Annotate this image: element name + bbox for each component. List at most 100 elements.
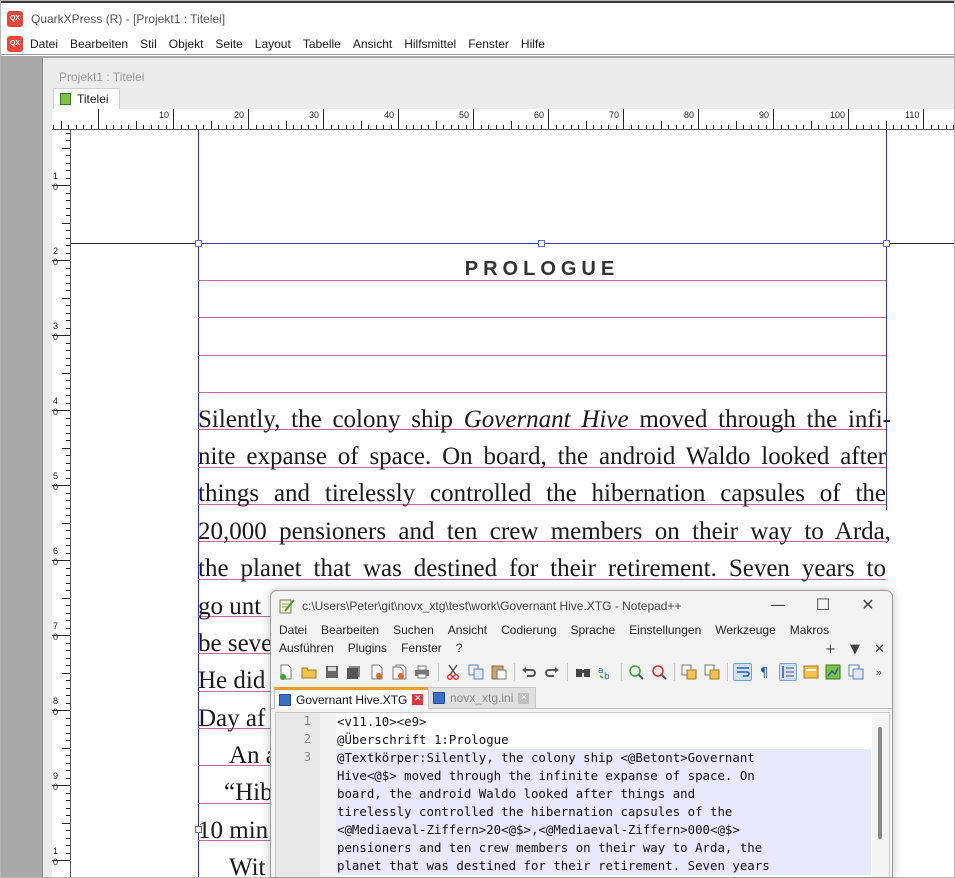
ruler-tick — [848, 109, 849, 129]
paste-icon[interactable] — [489, 663, 508, 681]
menu-objekt[interactable]: Objekt — [169, 37, 211, 51]
code-line-current[interactable]: pensioners and ten crew members on their… — [336, 839, 871, 857]
code-line-current[interactable]: planet that was destined for their retir… — [336, 857, 871, 875]
tab-titelei[interactable]: Titelei — [53, 88, 120, 109]
minimize-button[interactable]: — — [768, 596, 788, 614]
code-line-current[interactable]: tirelessly controlled the hibernation ca… — [336, 803, 871, 821]
undo-icon[interactable] — [520, 663, 539, 681]
document-menu-icon[interactable]: QX — [7, 36, 23, 52]
npp-menu-bearbeiten[interactable]: Bearbeiten — [321, 623, 379, 637]
menu-datei[interactable]: Datei — [30, 37, 65, 51]
code-line-current[interactable]: Hive<@$> moved through the infinite expa… — [336, 767, 871, 785]
menu-stil[interactable]: Stil — [140, 37, 164, 51]
vertical-ruler[interactable]: 10 20 30 40 50 60 70 80 90 10 — [52, 130, 71, 877]
find-icon[interactable] — [573, 663, 592, 681]
body-text-line[interactable]: Silently, the colony ship Governant Hive… — [198, 406, 891, 434]
tab-governant-hive[interactable]: Governant Hive.XTG ✕ — [274, 687, 431, 709]
npp-menu-werkzeuge[interactable]: Werkzeuge — [715, 623, 775, 637]
body-text-line[interactable]: the planet that was destined for their r… — [198, 555, 886, 583]
npp-menu-codierung[interactable]: Codierung — [501, 623, 556, 637]
close-all-icon[interactable] — [390, 663, 409, 681]
menu-hilfsmittel[interactable]: Hilfsmittel — [404, 37, 463, 51]
menu-hilfe[interactable]: Hilfe — [521, 37, 552, 51]
npp-menu-einstellungen[interactable]: Einstellungen — [629, 623, 701, 637]
print-icon[interactable] — [413, 663, 432, 681]
open-file-icon[interactable] — [300, 663, 319, 681]
tab-label: Titelei — [77, 92, 109, 106]
add-tab-icon[interactable]: + — [825, 642, 836, 657]
right-margin-guide[interactable] — [886, 130, 887, 510]
code-line-current[interactable]: <@Mediaeval-Ziffern>20<@$>,<@Mediaeval-Z… — [336, 821, 871, 839]
npp-menu-ausfuehren[interactable]: Ausführen — [279, 641, 334, 655]
body-text-line[interactable]: 20,000 pensioners and ten crew members o… — [198, 518, 891, 546]
save-icon[interactable] — [322, 663, 341, 681]
npp-menu-fenster[interactable]: Fenster — [401, 641, 442, 655]
code-text-area[interactable]: <v11.10><e9> @Überschrift 1:Prologue @Te… — [336, 713, 871, 877]
body-text-line[interactable]: go unt — [198, 593, 261, 621]
text-box-handle[interactable] — [538, 240, 545, 247]
function-list-icon[interactable] — [847, 663, 866, 681]
close-window-button[interactable]: ✕ — [858, 596, 878, 614]
body-text-line[interactable]: Day af — [198, 705, 265, 733]
vertical-scrollbar[interactable] — [872, 713, 889, 877]
fold-margin[interactable] — [320, 713, 336, 877]
body-text-line[interactable]: He did — [198, 667, 265, 695]
indent-guide-icon[interactable] — [778, 663, 798, 681]
body-text-line[interactable]: be seve — [198, 630, 272, 658]
chapter-heading[interactable]: PROLOGUE — [198, 258, 886, 281]
body-text-line[interactable]: nite expanse of space. On board, the and… — [198, 443, 886, 471]
word-wrap-icon[interactable] — [733, 663, 752, 681]
npp-menu-sprache[interactable]: Sprache — [571, 623, 616, 637]
npp-menu-datei[interactable]: Datei — [279, 623, 307, 637]
body-text-line[interactable]: Wit — [229, 854, 266, 877]
npp-menu-ansicht[interactable]: Ansicht — [448, 623, 487, 637]
sync-h-icon[interactable] — [703, 663, 722, 681]
ruler-label: 100 — [830, 110, 846, 120]
code-line[interactable]: <v11.10><e9> — [336, 713, 871, 731]
horizontal-ruler[interactable]: 10 20 30 40 50 60 70 80 90 100 110 — [52, 109, 954, 130]
npp-menu-plugins[interactable]: Plugins — [348, 641, 387, 655]
copy-icon[interactable] — [466, 663, 485, 681]
tab-list-icon[interactable]: ▼ — [850, 642, 860, 657]
show-all-chars-icon[interactable]: ¶ — [756, 663, 775, 681]
doc-map-icon[interactable] — [824, 663, 843, 681]
body-text-line[interactable]: things and tirelessly controlled the hib… — [198, 480, 886, 508]
close-icon[interactable] — [368, 663, 387, 681]
new-file-icon[interactable] — [277, 663, 296, 681]
redo-icon[interactable] — [543, 663, 562, 681]
code-line[interactable]: @Überschrift 1:Prologue — [336, 731, 871, 749]
close-tab-icon[interactable]: ✕ — [518, 692, 530, 704]
npp-menu-suchen[interactable]: Suchen — [393, 623, 434, 637]
save-all-icon[interactable] — [345, 663, 364, 681]
menu-seite[interactable]: Seite — [215, 37, 249, 51]
menu-bearbeiten[interactable]: Bearbeiten — [70, 37, 135, 51]
body-text-line[interactable]: 10 min — [198, 817, 268, 845]
menu-layout[interactable]: Layout — [255, 37, 298, 51]
text-box-handle[interactable] — [195, 240, 202, 247]
maximize-button[interactable]: ☐ — [813, 596, 833, 614]
menu-fenster[interactable]: Fenster — [468, 37, 516, 51]
code-line-current[interactable]: board, the android Waldo looked after th… — [336, 785, 871, 803]
cut-icon[interactable] — [444, 663, 463, 681]
zoom-out-icon[interactable] — [649, 663, 668, 681]
npp-menu-help[interactable]: ? — [456, 641, 463, 655]
body-text-line[interactable]: “Hib — [224, 779, 273, 807]
menu-ansicht[interactable]: Ansicht — [353, 37, 399, 51]
scrollbar-thumb[interactable] — [878, 727, 882, 839]
replace-icon[interactable]: ab — [596, 663, 615, 681]
code-line-current[interactable]: @Textkörper:Silently, the colony ship <@… — [336, 749, 871, 767]
text-box-handle[interactable] — [883, 240, 890, 247]
npp-menu-makros[interactable]: Makros — [790, 623, 829, 637]
menu-tabelle[interactable]: Tabelle — [303, 37, 348, 51]
more-icon[interactable]: » — [869, 663, 888, 681]
baseline-grid-line — [198, 355, 886, 356]
zoom-in-icon[interactable] — [627, 663, 646, 681]
tab-novx-xtg-ini[interactable]: novx_xtg.ini ✕ — [428, 687, 537, 709]
main-menu: Datei Bearbeiten Stil Objekt Seite Layou… — [30, 37, 557, 51]
ruler-tick — [773, 109, 774, 129]
code-editor[interactable]: 1 2 3 <v11.10><e9> @Überschrift 1:Prolog… — [275, 712, 890, 877]
udl-icon[interactable] — [801, 663, 820, 681]
close-tab-icon[interactable]: ✕ — [412, 694, 424, 705]
sync-v-icon[interactable] — [680, 663, 699, 681]
close-tab-icon[interactable]: ✕ — [874, 642, 885, 657]
